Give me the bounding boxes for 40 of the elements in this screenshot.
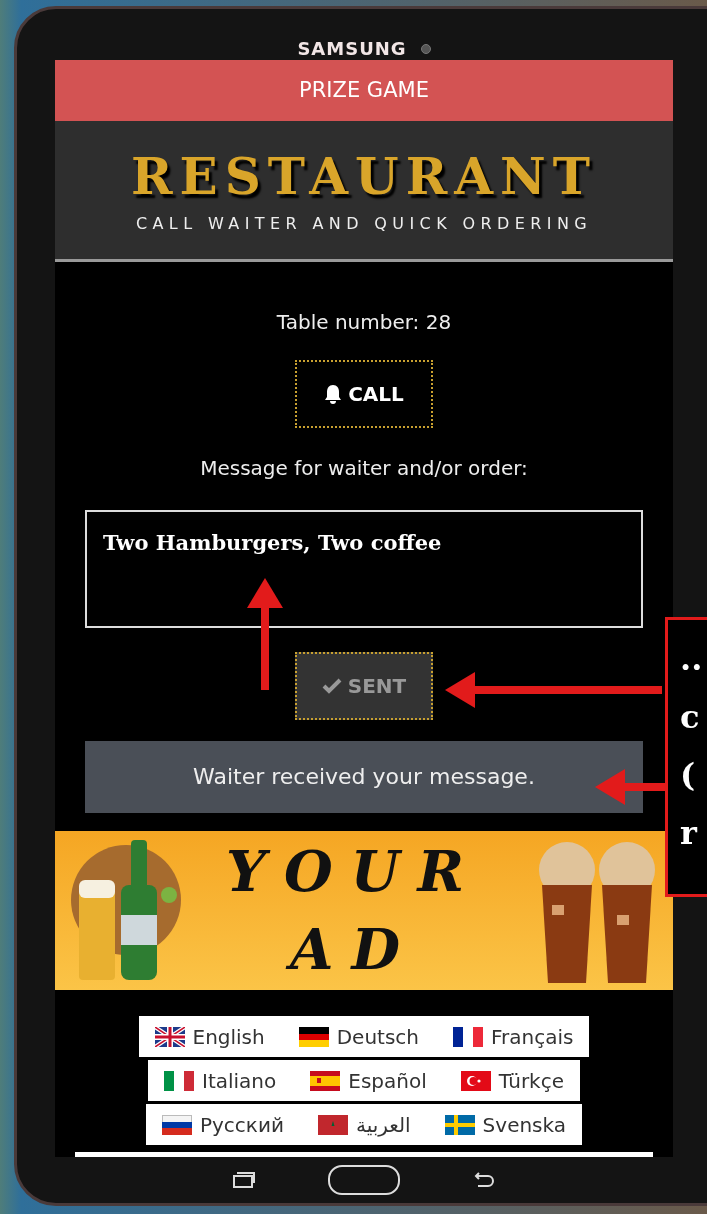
language-link[interactable]: Español (310, 1068, 427, 1093)
language-link[interactable]: English (154, 1024, 265, 1049)
ad-text: AD (286, 910, 432, 989)
italian-flag-icon (164, 1070, 194, 1091)
recent-apps-icon[interactable] (232, 1171, 256, 1190)
language-link[interactable]: العربية (317, 1112, 411, 1137)
language-link[interactable]: Русский (161, 1112, 284, 1137)
russian-flag-icon (161, 1114, 192, 1135)
bell-icon (324, 383, 343, 404)
callout-text: ( (680, 755, 697, 796)
callout-text: .. (680, 639, 704, 680)
german-flag-icon (298, 1026, 329, 1047)
ad-text: YOUR (224, 837, 484, 907)
language-link[interactable]: Svenska (444, 1112, 567, 1137)
call-button[interactable]: CALL (295, 359, 433, 428)
home-button[interactable] (328, 1165, 400, 1196)
turkish-flag-icon (460, 1070, 491, 1091)
language-link[interactable]: Italiano (164, 1068, 277, 1093)
table-number: Table number: 28 (276, 308, 452, 336)
language-link[interactable]: Deutsch (298, 1024, 420, 1049)
check-icon (321, 677, 342, 694)
language-link[interactable]: Français (453, 1024, 574, 1049)
swedish-flag-icon (444, 1114, 475, 1135)
callout-text: c (680, 697, 701, 738)
promo-bar[interactable]: PRIZE GAME (55, 59, 673, 121)
device-brand: SAMSUNG (297, 37, 407, 60)
ad-banner[interactable]: YOUR AD (55, 830, 673, 991)
message-label: Message for waiter and/or order: (200, 454, 528, 482)
moroccan-flag-icon (317, 1114, 348, 1135)
spanish-flag-icon (310, 1070, 341, 1091)
uk-flag-icon (154, 1026, 185, 1047)
back-icon[interactable] (472, 1171, 496, 1190)
callout-text: r (680, 813, 699, 854)
language-link[interactable]: Türkçe (460, 1068, 564, 1093)
message-field[interactable]: Two Hamburgers, Two coffee (85, 509, 643, 628)
camera-icon (420, 43, 431, 54)
french-flag-icon (453, 1026, 484, 1047)
subtitle: CALL WAITER AND QUICK ORDERING (135, 213, 593, 233)
status-message: Waiter received your message. (85, 740, 643, 813)
restaurant-title: RESTAURANT (131, 146, 597, 206)
